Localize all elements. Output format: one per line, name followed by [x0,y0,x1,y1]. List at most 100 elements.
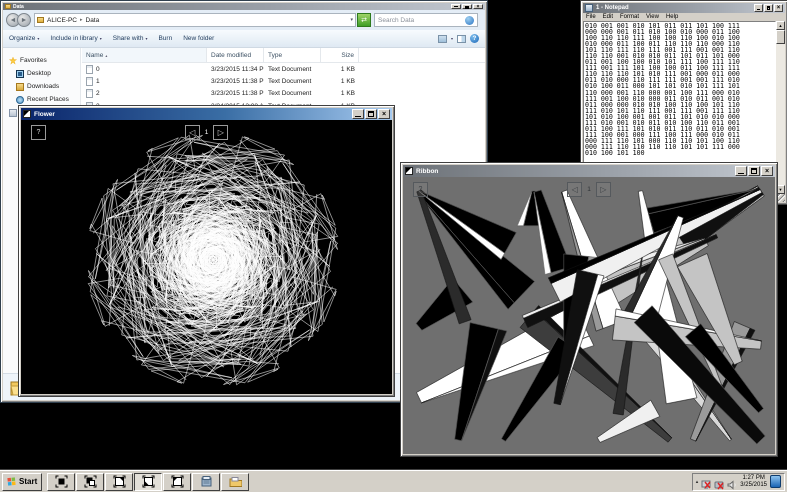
text-document-icon [86,89,93,98]
show-hidden-icons[interactable]: ▴ [696,479,699,485]
explorer-titlebar[interactable]: Data × [3,3,485,10]
prev-page-button[interactable]: ◁ [567,182,582,197]
taskbar-button-triangle-bl[interactable] [134,473,162,491]
places-icon [16,96,24,104]
explorer-title: Data [13,4,24,10]
tray-volume-icon[interactable] [727,477,737,487]
triangle-bl-icon [142,475,155,488]
star-icon [9,57,17,65]
scroll-up-icon[interactable]: ▲ [776,21,785,30]
dropdown-caret-icon: ▾ [145,36,147,41]
menu-format[interactable]: Format [620,14,639,20]
page-number: 1 [205,129,209,136]
sidebar-item-desktop[interactable]: Desktop [3,67,80,80]
file-row[interactable]: 23/23/2015 11:38 PMText Document1 KB [82,88,485,100]
column-header-type[interactable]: Type [264,48,321,62]
prev-page-button[interactable]: ◁ [185,125,200,140]
menu-view[interactable]: View [646,14,659,20]
preview-pane-icon[interactable] [457,35,466,43]
search-icon[interactable] [465,16,474,25]
square-solid-icon [55,475,68,488]
breadcrumb-computer[interactable]: ALICE-PC [47,17,77,24]
flower-title: Flower [34,111,55,118]
taskbar-button-corner-tr[interactable] [105,473,133,491]
maximize-button[interactable] [748,166,760,176]
minimize-button[interactable] [451,4,461,9]
crumb-separator-icon: ▸ [80,17,83,23]
close-button[interactable]: × [378,109,390,119]
sidebar-item-downloads[interactable]: Downloads [3,80,80,93]
file-type-cell: Text Document [264,90,321,97]
file-name-cell[interactable]: 1 [82,77,207,86]
search-input[interactable]: Search Data [374,13,478,27]
file-size-cell: 1 KB [321,66,359,73]
folder-down-icon [16,83,24,91]
maximize-button[interactable] [365,109,377,119]
file-row[interactable]: 13/23/2015 11:38 PMText Document1 KB [82,75,485,87]
tray-device-error-icon[interactable] [714,477,724,487]
file-name: 1 [96,78,100,85]
breadcrumb-folder[interactable]: Data [86,17,100,24]
folder-icon [37,17,44,23]
clock[interactable]: 1:27 PM 3/25/2015 [740,475,767,489]
corner-tr-icon [113,475,126,488]
toolbar-include-in-library[interactable]: Include in library▾ [50,35,101,42]
scrollbar-thumb[interactable] [776,30,785,44]
notepad-titlebar[interactable]: 1 - Notepad × [583,3,785,13]
help-icon[interactable]: ? [470,34,479,43]
taskbar: Start ▴ 1:27 PM 3/25/2015 [0,470,787,492]
file-name-cell[interactable]: 2 [82,89,207,98]
taskbar-button-notepad[interactable] [192,473,220,491]
flower-titlebar[interactable]: Flower × [21,108,392,120]
maximize-button[interactable] [462,4,472,9]
windows-logo-icon [7,477,17,487]
file-name-cell[interactable]: 0 [82,65,207,74]
flower-app-icon [23,110,31,118]
sidebar-item-label: Recent Places [27,96,69,103]
address-bar: ◄ ► ALICE-PC ▸ Data ▾ ⇄ Search Data [3,10,485,30]
start-button[interactable]: Start [2,473,42,491]
maximize-button[interactable] [764,4,773,12]
toolbar-new-folder[interactable]: New folder [183,35,214,42]
close-button[interactable]: × [473,4,483,9]
folder-icon [229,475,242,488]
views-dropdown-icon[interactable]: ▾ [451,36,453,41]
toolbar-organize[interactable]: Organize▾ [9,35,39,42]
minimize-button[interactable] [754,4,763,12]
views-icon[interactable] [438,35,447,43]
menu-help[interactable]: Help [666,14,678,20]
file-name: 2 [96,90,100,97]
minimize-button[interactable] [735,166,747,176]
libraries-icon [9,109,17,117]
sidebar-section-favorites[interactable]: Favorites [3,54,80,67]
column-header-name[interactable]: Name▴ [82,48,207,62]
breadcrumb[interactable]: ALICE-PC ▸ Data ▾ [34,13,356,27]
taskbar-button-folder[interactable] [221,473,249,491]
next-page-button[interactable]: ▷ [596,182,611,197]
notepad-text[interactable]: 010 001 001 010 101 011 011 101 100 111 … [584,22,775,156]
taskbar-button-square-solid[interactable] [47,473,75,491]
file-name: 0 [96,66,100,73]
taskbar-button-corner-tl[interactable] [163,473,191,491]
close-button[interactable]: × [761,166,773,176]
toolbar-burn[interactable]: Burn [158,35,172,42]
ribbon-titlebar[interactable]: Ribbon × [403,165,775,177]
file-row[interactable]: 03/23/2015 11:34 PMText Document1 KB [82,63,485,75]
taskbar-button-square-overlap[interactable] [76,473,104,491]
toolbar-share-with[interactable]: Share with▾ [113,35,148,42]
column-header-date-modified[interactable]: Date modified [207,48,264,62]
tray-blue-icon[interactable] [770,475,781,488]
sidebar-section-label: Favorites [20,57,47,64]
close-button[interactable]: × [774,4,783,12]
column-header-size[interactable]: Size [321,48,359,62]
chevron-down-icon[interactable]: ▾ [350,17,353,23]
refresh-button[interactable]: ⇄ [357,13,371,27]
text-document-icon [86,77,93,86]
forward-button[interactable]: ► [17,13,31,27]
desktop: Data × ◄ ► ALICE-PC ▸ Data ▾ ⇄ [0,0,787,492]
menu-edit[interactable]: Edit [603,14,613,20]
menu-file[interactable]: File [586,14,596,20]
tray-network-error-icon[interactable] [701,477,711,487]
minimize-button[interactable] [352,109,364,119]
next-page-button[interactable]: ▷ [213,125,228,140]
